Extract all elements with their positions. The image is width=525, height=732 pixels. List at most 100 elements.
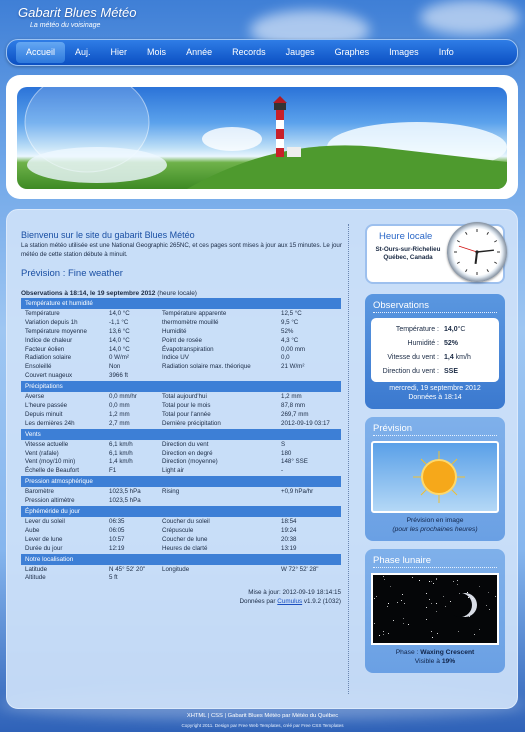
- table-cell: 0,00 mm: [281, 345, 306, 353]
- section-header: Éphéméride du jour: [21, 506, 341, 518]
- star: [400, 600, 402, 602]
- cumulus-link[interactable]: Cumulus: [277, 598, 302, 605]
- obs-unit: km/h: [453, 353, 471, 361]
- table-cell: [158, 573, 277, 582]
- section-header: Température et humidité: [21, 298, 341, 309]
- obs-value: 1,4 km/h: [444, 354, 471, 361]
- data-source: Données par Cumulus v1.9.2 (1032): [21, 597, 341, 606]
- star: [488, 608, 490, 610]
- section-table: Lever du soleil 06:35 Coucher du soleil 18:…: [21, 517, 341, 553]
- star: [431, 636, 433, 638]
- star: [429, 580, 431, 582]
- nav-item-5[interactable]: Records: [222, 42, 276, 63]
- table-cell: [158, 496, 277, 505]
- star: [457, 579, 459, 581]
- table-cell: Direction (moyenne): [162, 458, 218, 466]
- table-row: Aube 06:05 Crépuscule 19:24: [21, 526, 341, 535]
- star: [404, 603, 406, 605]
- star: [383, 634, 385, 636]
- star: [397, 601, 399, 603]
- prevision-caption-2: (pour les prochaines heures): [392, 525, 478, 533]
- data-source-suffix: v1.9.2 (1032): [302, 598, 341, 606]
- nav-item-4[interactable]: Année: [176, 42, 222, 63]
- forecast-value: Fine weather: [68, 268, 123, 279]
- observations-date-text: mercredi, 19 septembre 2012: [389, 385, 481, 392]
- star: [411, 576, 413, 578]
- table-cell: 1023,5 hPa: [109, 488, 141, 496]
- star: [376, 595, 378, 597]
- obs-value-number: 52%: [444, 339, 459, 347]
- moon-phase-line: Phase : Waxing Crescent: [371, 649, 499, 658]
- data-sections: Température et humidité Température 14,0 °…: [21, 298, 341, 582]
- table-cell: Lever de lune: [25, 535, 63, 543]
- table-cell: [158, 371, 277, 380]
- forecast-label: Prévision :: [21, 268, 68, 279]
- table-cell: Les dernières 24h: [25, 419, 75, 427]
- table-cell: Heures de clarté: [162, 544, 208, 552]
- table-cell: Évapotranspiration: [162, 345, 214, 353]
- nav-item-9[interactable]: Info: [429, 42, 464, 63]
- table-cell: 1023,5 hPa: [109, 497, 141, 505]
- banner: [6, 75, 518, 199]
- table-cell: Vent (rafale): [25, 449, 59, 457]
- clock-title: Heure locale: [379, 231, 433, 242]
- nav-item-7[interactable]: Graphes: [325, 42, 380, 63]
- table-cell: Longitude: [162, 565, 190, 573]
- table-cell: 12,5 °C: [281, 309, 302, 317]
- table-row: Facteur éolien 14,0 °C Évapotranspiration 0…: [21, 345, 341, 354]
- section-header: Pression atmosphérique: [21, 476, 341, 488]
- star: [407, 624, 409, 626]
- star: [429, 599, 431, 601]
- table-row: Les dernières 24h 2,7 mm Dernière précipit…: [21, 419, 341, 428]
- table-row: Latitude N 45° 52' 20" Longitude W 72° 52' …: [21, 565, 341, 574]
- moon-phase-label: Phase :: [395, 649, 421, 656]
- prevision-caption-1: Prévision en image: [406, 517, 464, 524]
- table-row: Lever de lune 10:57 Coucher de lune 20:38: [21, 535, 341, 544]
- table-cell: 14,0 °C: [109, 345, 130, 353]
- table-cell: Coucher de lune: [162, 535, 208, 543]
- moon-phase-value: Waxing Crescent: [420, 649, 475, 656]
- main-panel: Bienvenu sur le site du gabarit Blues Mé…: [6, 209, 518, 709]
- table-row: Baromètre 1023,5 hPa Rising +0,9 hPa/hr: [21, 487, 341, 496]
- obs-label: Vitesse du vent :: [387, 353, 439, 361]
- welcome-title: Bienvenu sur le site du gabarit Blues Mé…: [21, 230, 195, 240]
- table-cell: W 72° 52' 28": [281, 565, 319, 573]
- prevision-box: Prévision Prévision en image (pour les p…: [365, 417, 505, 541]
- table-cell: Radiation solaire max. théorique: [162, 363, 251, 371]
- observations-box-title: Observations: [373, 300, 497, 313]
- footer-links[interactable]: XHTML | CSS | Gabarit Blues Météo par Mé…: [0, 713, 525, 719]
- table-cell: Vitesse actuelle: [25, 440, 69, 448]
- star: [386, 605, 388, 607]
- star: [457, 630, 459, 632]
- sunny-forecast-icon: [371, 441, 499, 513]
- nav-item-0[interactable]: Accueil: [16, 42, 66, 63]
- star: [487, 591, 489, 593]
- nav-item-1[interactable]: Auj.: [65, 42, 101, 63]
- section-header: Notre localisation: [21, 553, 341, 565]
- nav-item-8[interactable]: Images: [379, 42, 429, 63]
- table-cell: 0,0 mm/hr: [109, 393, 137, 401]
- star: [425, 618, 427, 620]
- nav-item-2[interactable]: Hier: [101, 42, 138, 63]
- table-cell: Radiation solaire: [25, 354, 72, 362]
- table-cell: [277, 573, 341, 582]
- observations-box: Observations Température : 14,0°C Humidité…: [365, 294, 505, 409]
- obs-value-number: 14,0: [444, 325, 458, 333]
- table-cell: Couvert nuageux: [25, 372, 73, 380]
- section-table: Latitude N 45° 52' 20" Longitude W 72° 52' …: [21, 565, 341, 583]
- star: [435, 610, 437, 612]
- table-cell: 269,7 mm: [281, 410, 309, 418]
- update-info: Mise à jour: 2012-09-19 18:14:15 Données…: [21, 588, 341, 606]
- star: [431, 630, 433, 632]
- table-cell: Altitude: [25, 574, 46, 582]
- nav-item-3[interactable]: Mois: [137, 42, 176, 63]
- nav-item-6[interactable]: Jauges: [276, 42, 325, 63]
- moon-phase-icon: [371, 573, 499, 645]
- table-row: Température moyenne 13,6 °C Humidité 52%: [21, 327, 341, 336]
- table-cell: 52%: [281, 327, 294, 335]
- lighthouse-illustration: [24, 87, 507, 189]
- welcome-text: La station météo utilisée est une Nation…: [21, 242, 342, 258]
- table-row: Indice de chaleur 14,0 °C Point de rosée 4,…: [21, 336, 341, 345]
- table-cell: [277, 371, 341, 380]
- section-table: Vitesse actuelle 6,1 km/h Direction du ven…: [21, 440, 341, 476]
